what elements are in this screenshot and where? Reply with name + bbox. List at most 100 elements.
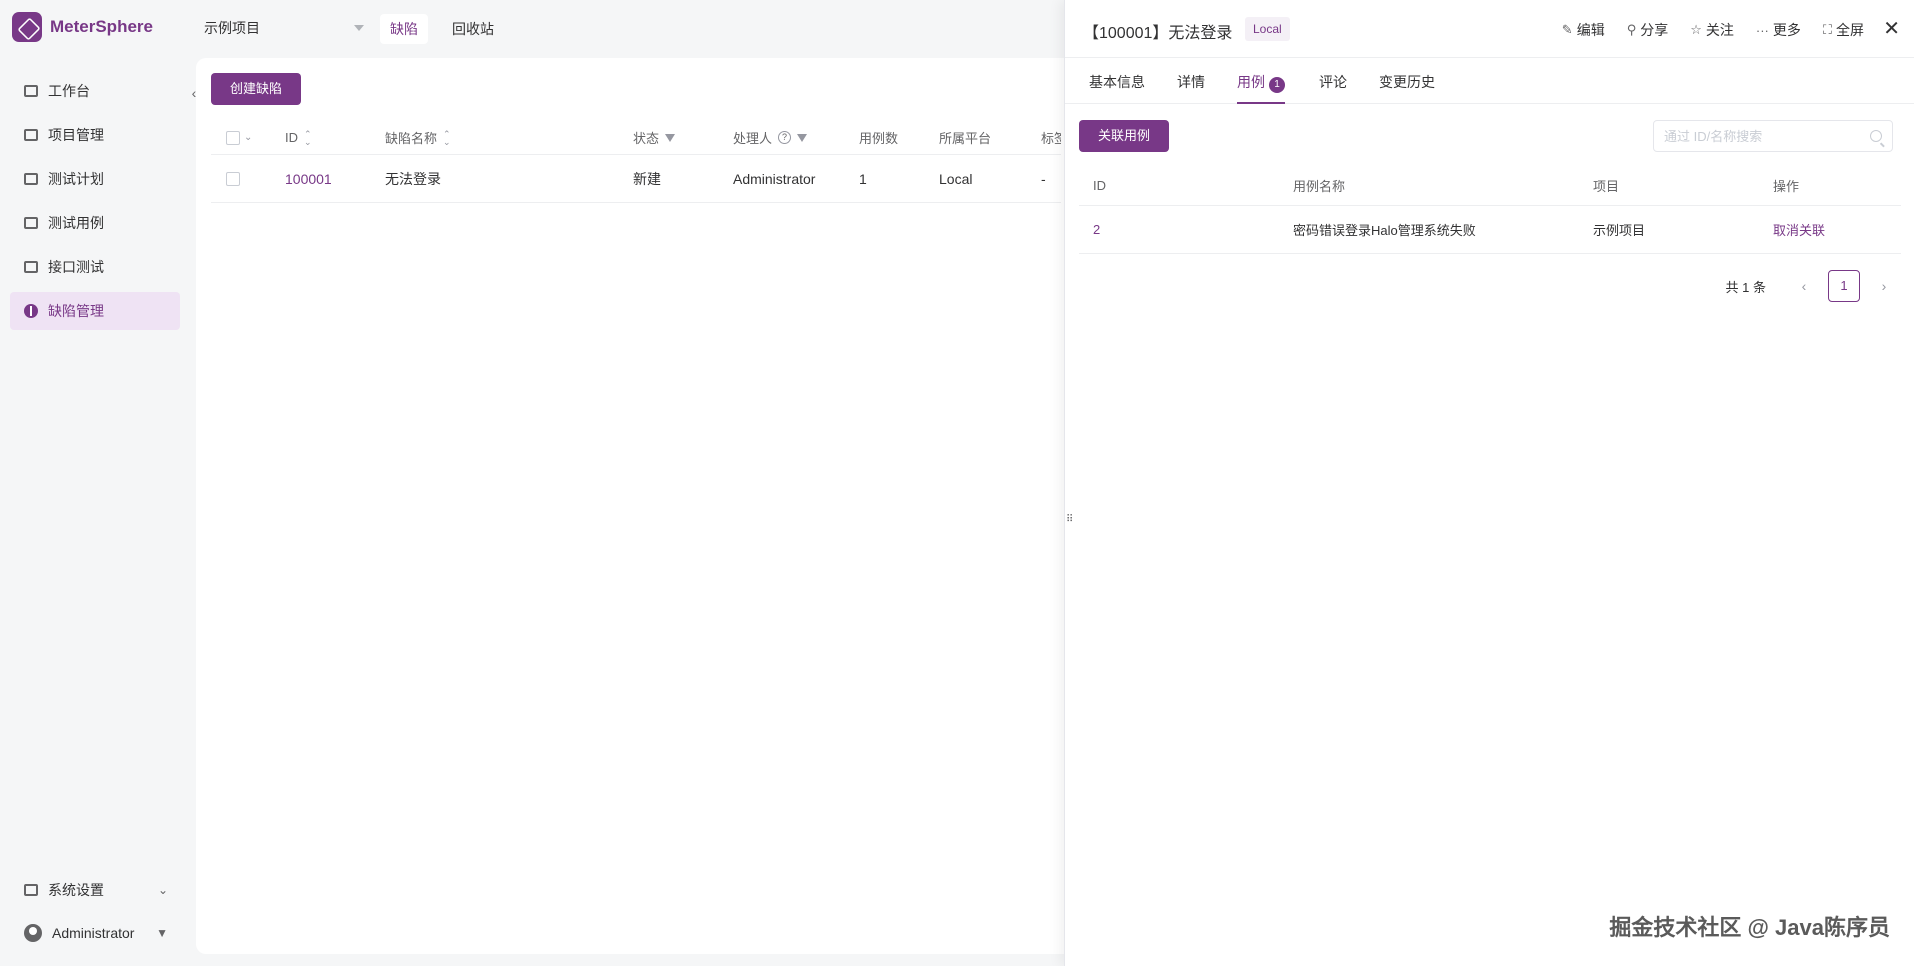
select-all-checkbox[interactable] — [226, 130, 240, 145]
search-icon[interactable] — [1870, 130, 1882, 142]
case-name: 密码错误登录Halo管理系统失败 — [1293, 223, 1476, 238]
tab-comments[interactable]: 评论 — [1319, 72, 1347, 104]
tab-bugs[interactable]: 缺陷 — [380, 14, 428, 44]
avatar — [24, 924, 42, 942]
column-label: 处理人 — [733, 131, 773, 146]
chevron-left-icon[interactable]: ‹ — [1792, 278, 1816, 294]
sidebar-item-label: 接口测试 — [48, 259, 104, 275]
metersphere-logo-icon — [12, 12, 42, 42]
drawer-header: 【100001】无法登录 Local ✎ 编辑 ⚲ 分享 ☆ 关注 ··· 更多… — [1065, 0, 1914, 58]
unlink-case-button[interactable]: 取消关联 — [1773, 206, 1825, 253]
settings-label: 系统设置 — [48, 882, 104, 898]
select-all-cell: ⌄ — [226, 121, 252, 154]
column-name[interactable]: 缺陷名称 ⌃ ⌄ — [385, 121, 451, 154]
bug-handler: Administrator — [733, 170, 816, 187]
column-label: ID — [285, 130, 298, 145]
pagination: 共 1 条 ‹ 1 › — [1726, 270, 1896, 302]
tab-recycle-bin[interactable]: 回收站 — [442, 14, 504, 44]
sidebar-item-bug-management[interactable]: 缺陷管理 — [10, 292, 180, 330]
filter-icon[interactable] — [665, 133, 676, 142]
share-button[interactable]: ⚲ 分享 — [1627, 20, 1669, 40]
tab-basic-info[interactable]: 基本信息 — [1089, 72, 1145, 104]
edit-button[interactable]: ✎ 编辑 — [1562, 20, 1605, 40]
sidebar-item-test-case[interactable]: 测试用例 — [10, 204, 180, 242]
row-select-cell — [226, 155, 240, 202]
sidebar-item-workbench[interactable]: 工作台 — [10, 72, 180, 110]
sort-icon[interactable]: ⌃ ⌄ — [443, 129, 451, 146]
sidebar-item-project-management[interactable]: 项目管理 — [10, 116, 180, 154]
main-content: 创建缺陷 ⌄ ID ⌃ ⌄ 缺陷名称 ⌃ ⌄ 状态 处理人 ? 用例数 所属平台 标… — [196, 58, 1076, 954]
column-case-count: 用例数 — [859, 131, 899, 146]
tab-count-badge: 1 — [1269, 77, 1285, 93]
column-platform: 所属平台 — [939, 131, 992, 146]
top-nav: 示例项目 缺陷 回收站 — [190, 0, 1070, 58]
column-label: 缺陷名称 — [385, 131, 438, 146]
action-label: 关注 — [1705, 22, 1734, 38]
row-checkbox[interactable] — [226, 171, 240, 186]
more-button[interactable]: ··· 更多 — [1756, 20, 1801, 40]
fullscreen-button[interactable]: ⛶ 全屏 — [1823, 20, 1864, 40]
api-icon — [24, 261, 38, 273]
sidebar-menu: 工作台 项目管理 测试计划 测试用例 接口测试 缺陷管理 — [10, 72, 180, 336]
drawer-resize-handle[interactable]: ⠿ — [1066, 514, 1073, 530]
folder-icon — [24, 129, 38, 141]
logo[interactable]: MeterSphere — [12, 12, 153, 42]
column-status[interactable]: 状态 — [633, 121, 676, 154]
user-name: Administrator — [52, 925, 135, 941]
project-select[interactable]: 示例项目 — [204, 18, 364, 38]
caret-down-icon: ▼ — [156, 926, 168, 940]
column-handler[interactable]: 处理人 ? — [733, 121, 808, 154]
drawer-actions: ✎ 编辑 ⚲ 分享 ☆ 关注 ··· 更多 ⛶ 全屏 — [1562, 20, 1864, 40]
tab-cases[interactable]: 用例 1 — [1237, 72, 1285, 104]
bug-detail-drawer: 【100001】无法登录 Local ✎ 编辑 ⚲ 分享 ☆ 关注 ··· 更多… — [1064, 0, 1914, 966]
case-table-header: ID 用例名称 项目 操作 — [1079, 166, 1901, 206]
sidebar-item-label: 测试用例 — [48, 215, 104, 231]
sort-icon[interactable]: ⌃ ⌄ — [304, 129, 312, 146]
column-case-name: 用例名称 — [1293, 179, 1346, 194]
bug-id-link[interactable]: 100001 — [285, 155, 332, 202]
project-select-value: 示例项目 — [204, 20, 260, 36]
create-bug-button[interactable]: 创建缺陷 — [211, 73, 301, 105]
tab-details[interactable]: 详情 — [1177, 72, 1205, 104]
action-label: 分享 — [1640, 22, 1669, 38]
chevron-down-icon: ⌄ — [157, 883, 168, 897]
more-icon: ··· — [1755, 22, 1769, 38]
tab-change-history[interactable]: 变更历史 — [1379, 72, 1435, 104]
case-search-input[interactable] — [1664, 128, 1870, 144]
watermark: 掘金技术社区 @ Java陈序员 — [1609, 915, 1890, 940]
sidebar-item-system-settings[interactable]: 系统设置 ⌄ — [10, 880, 180, 900]
column-id: ID — [1093, 178, 1106, 193]
edit-icon: ✎ — [1561, 22, 1573, 37]
case-search — [1653, 120, 1893, 152]
sidebar-item-test-plan[interactable]: 测试计划 — [10, 160, 180, 198]
sidebar: MeterSphere 工作台 项目管理 测试计划 测试用例 接口测试 缺陷管理 — [0, 0, 190, 966]
close-icon[interactable]: ✕ — [1883, 16, 1900, 41]
link-icon: ⚲ — [1626, 22, 1637, 37]
user-menu[interactable]: Administrator ▼ — [10, 924, 180, 942]
action-label: 全屏 — [1836, 22, 1864, 38]
help-icon[interactable]: ? — [778, 131, 792, 144]
column-actions: 操作 — [1773, 179, 1800, 194]
chevron-down-icon[interactable]: ⌄ — [244, 132, 252, 143]
sidebar-item-api-test[interactable]: 接口测试 — [10, 248, 180, 286]
tab-label: 用例 — [1237, 74, 1265, 90]
column-project: 项目 — [1593, 179, 1620, 194]
bug-case-count: 1 — [859, 170, 867, 187]
caret-down-icon — [354, 25, 364, 31]
bug-name: 无法登录 — [385, 170, 441, 187]
page-button[interactable]: 1 — [1828, 270, 1860, 302]
link-case-button[interactable]: 关联用例 — [1079, 120, 1169, 152]
table-row[interactable]: 100001 无法登录 新建 Administrator 1 Local - — [211, 155, 1061, 203]
bug-icon — [24, 304, 38, 318]
fullscreen-icon: ⛶ — [1822, 22, 1832, 37]
drawer-tabs: 基本信息 详情 用例 1 评论 变更历史 — [1065, 58, 1914, 104]
action-label: 更多 — [1772, 22, 1801, 38]
bug-table-header: ⌄ ID ⌃ ⌄ 缺陷名称 ⌃ ⌄ 状态 处理人 ? 用例数 所属平台 标签 — [211, 121, 1061, 155]
filter-icon[interactable] — [797, 133, 808, 142]
dashboard-icon — [24, 85, 38, 97]
case-id-link[interactable]: 2 — [1093, 206, 1100, 253]
column-id[interactable]: ID ⌃ ⌄ — [285, 121, 312, 154]
bug-status[interactable]: 新建 — [633, 155, 661, 202]
follow-button[interactable]: ☆ 关注 — [1690, 20, 1734, 40]
chevron-right-icon[interactable]: › — [1872, 278, 1896, 294]
